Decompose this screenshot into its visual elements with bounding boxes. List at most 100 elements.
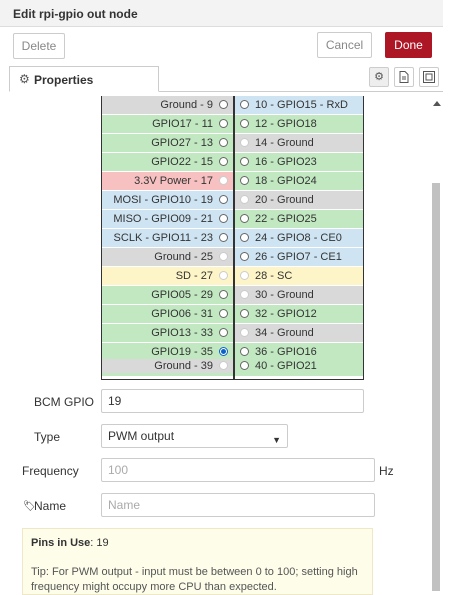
pin-left-label: MISO - GPIO09 - 21 bbox=[102, 210, 233, 228]
pin-row: Ground - 39 40 - GPIO21 bbox=[102, 359, 363, 373]
name-label: Name bbox=[34, 499, 67, 513]
tip-box: Pins in Use: 19 Tip: For PWM output - in… bbox=[22, 528, 373, 595]
pin-row: MISO - GPIO09 - 21 22 - GPIO25 bbox=[102, 210, 363, 228]
pin-radio-left[interactable] bbox=[219, 309, 228, 318]
pin-radio-left[interactable] bbox=[219, 138, 228, 147]
pin-left-label: GPIO06 - 31 bbox=[102, 305, 233, 323]
pin-radio-right bbox=[240, 271, 249, 280]
pin-right-label: 34 - Ground bbox=[235, 324, 363, 342]
pins-in-use-label: Pins in Use bbox=[31, 537, 91, 549]
pin-radio-left[interactable] bbox=[219, 233, 228, 242]
pin-radio-left[interactable] bbox=[219, 157, 228, 166]
pin-row: SCLK - GPIO11 - 23 24 - GPIO8 - CE0 bbox=[102, 229, 363, 247]
pin-left-label: GPIO17 - 11 bbox=[102, 115, 233, 133]
pin-row: MOSI - GPIO10 - 19 20 - Ground bbox=[102, 191, 363, 209]
pin-radio-right bbox=[240, 195, 249, 204]
frequency-input[interactable]: 100 bbox=[101, 458, 375, 482]
pin-left-label: GPIO05 - 29 bbox=[102, 286, 233, 304]
type-label: Type bbox=[34, 430, 61, 444]
pin-row: GPIO27 - 13 14 - Ground bbox=[102, 134, 363, 152]
pin-right-label: 16 - GPIO23 bbox=[235, 153, 363, 171]
pin-radio-right[interactable] bbox=[240, 214, 249, 223]
pin-row: Ground - 25 26 - GPIO7 - CE1 bbox=[102, 248, 363, 266]
pin-radio-left bbox=[219, 361, 228, 370]
type-select-value: PWM output bbox=[108, 429, 175, 443]
pin-right-label: 28 - SC bbox=[235, 267, 363, 285]
type-select[interactable]: PWM output ▼ bbox=[101, 424, 288, 448]
panel-left-gutter bbox=[0, 91, 9, 595]
pin-radio-right bbox=[240, 138, 249, 147]
cancel-button[interactable]: Cancel bbox=[317, 32, 372, 58]
pin-radio-left[interactable] bbox=[219, 214, 228, 223]
frequency-label: Frequency bbox=[22, 464, 79, 478]
description-tab-icon[interactable] bbox=[394, 67, 414, 87]
pin-right-label: 22 - GPIO25 bbox=[235, 210, 363, 228]
scrollbar-thumb[interactable] bbox=[432, 183, 440, 591]
appearance-tab-icon[interactable] bbox=[419, 67, 439, 87]
pins-in-use-value: : 19 bbox=[90, 537, 109, 549]
pin-radio-left[interactable] bbox=[219, 119, 228, 128]
pin-right-label: 30 - Ground bbox=[235, 286, 363, 304]
pin-row: GPIO13 - 33 34 - Ground bbox=[102, 324, 363, 342]
tip-text: Tip: For PWM output - input must be betw… bbox=[31, 566, 358, 593]
pin-row: 3.3V Power - 17 18 - GPIO24 bbox=[102, 172, 363, 190]
pin-radio-left bbox=[219, 252, 228, 261]
gear-icon: ⚙ bbox=[19, 72, 30, 86]
pin-left-label: GPIO22 - 15 bbox=[102, 153, 233, 171]
tab-properties[interactable]: ⚙ Properties bbox=[9, 66, 159, 92]
pin-radio-left bbox=[219, 271, 228, 280]
pin-right-label: 12 - GPIO18 bbox=[235, 115, 363, 133]
pin-left-label: SD - 27 bbox=[102, 267, 233, 285]
pin-right-label: 14 - Ground bbox=[235, 134, 363, 152]
pin-row: Ground - 9 10 - GPIO15 - RxD bbox=[102, 96, 363, 114]
tray-header: Edit rpi-gpio out node bbox=[0, 0, 443, 27]
pin-left-label: Ground - 25 bbox=[102, 248, 233, 266]
bcm-gpio-input[interactable]: 19 bbox=[101, 389, 364, 413]
pin-row: GPIO17 - 11 12 - GPIO18 bbox=[102, 115, 363, 133]
pin-radio-left[interactable] bbox=[219, 195, 228, 204]
pin-radio-right bbox=[240, 328, 249, 337]
pin-radio-left[interactable] bbox=[219, 100, 228, 109]
pin-row: SD - 27 28 - SC bbox=[102, 267, 363, 285]
frequency-unit: Hz bbox=[379, 464, 394, 478]
pin-radio-right[interactable] bbox=[240, 176, 249, 185]
pin-radio-right bbox=[240, 290, 249, 299]
pin-left-label: Ground - 9 bbox=[102, 96, 233, 114]
name-input[interactable]: Name bbox=[101, 493, 375, 517]
done-button[interactable]: Done bbox=[385, 32, 432, 58]
pin-right-label: 32 - GPIO12 bbox=[235, 305, 363, 323]
pin-row: GPIO05 - 29 30 - Ground bbox=[102, 286, 363, 304]
pin-right-label: 20 - Ground bbox=[235, 191, 363, 209]
pin-left-label: MOSI - GPIO10 - 19 bbox=[102, 191, 233, 209]
pin-left-label: SCLK - GPIO11 - 23 bbox=[102, 229, 233, 247]
pin-radio-right[interactable] bbox=[240, 100, 249, 109]
pin-radio-left bbox=[219, 176, 228, 185]
pin-right-label: 10 - GPIO15 - RxD bbox=[235, 96, 363, 114]
pin-right-label: 40 - GPIO21 bbox=[235, 359, 363, 373]
pin-left-label: Ground - 39 bbox=[102, 359, 233, 373]
pin-radio-right[interactable] bbox=[240, 157, 249, 166]
settings-tab-icon[interactable]: ⚙ bbox=[369, 67, 389, 87]
pin-radio-right[interactable] bbox=[240, 119, 249, 128]
tray-title: Edit rpi-gpio out node bbox=[13, 7, 138, 21]
pin-left-label: 3.3V Power - 17 bbox=[102, 172, 233, 190]
tab-properties-label: Properties bbox=[34, 73, 94, 87]
pin-radio-right[interactable] bbox=[240, 361, 249, 370]
pin-radio-right[interactable] bbox=[240, 309, 249, 318]
chevron-down-icon: ▼ bbox=[272, 435, 281, 445]
pin-row: GPIO06 - 31 32 - GPIO12 bbox=[102, 305, 363, 323]
pin-radio-right[interactable] bbox=[240, 233, 249, 242]
layout-icon bbox=[423, 71, 435, 83]
delete-button[interactable]: Delete bbox=[13, 33, 65, 59]
pin-radio-right[interactable] bbox=[240, 347, 249, 356]
pin-grid: Ground - 9 10 - GPIO15 - RxD GPIO17 - 11 12… bbox=[101, 96, 364, 380]
pin-radio-right[interactable] bbox=[240, 252, 249, 261]
pins-in-use: Pins in Use: 19 bbox=[31, 537, 109, 549]
pin-right-label: 26 - GPIO7 - CE1 bbox=[235, 248, 363, 266]
scroll-up-arrow[interactable] bbox=[433, 101, 441, 106]
pin-right-label: 24 - GPIO8 - CE0 bbox=[235, 229, 363, 247]
pin-radio-left[interactable] bbox=[219, 328, 228, 337]
pin-left-label: GPIO13 - 33 bbox=[102, 324, 233, 342]
pin-radio-left[interactable] bbox=[219, 290, 228, 299]
pin-radio-left[interactable] bbox=[219, 347, 228, 356]
